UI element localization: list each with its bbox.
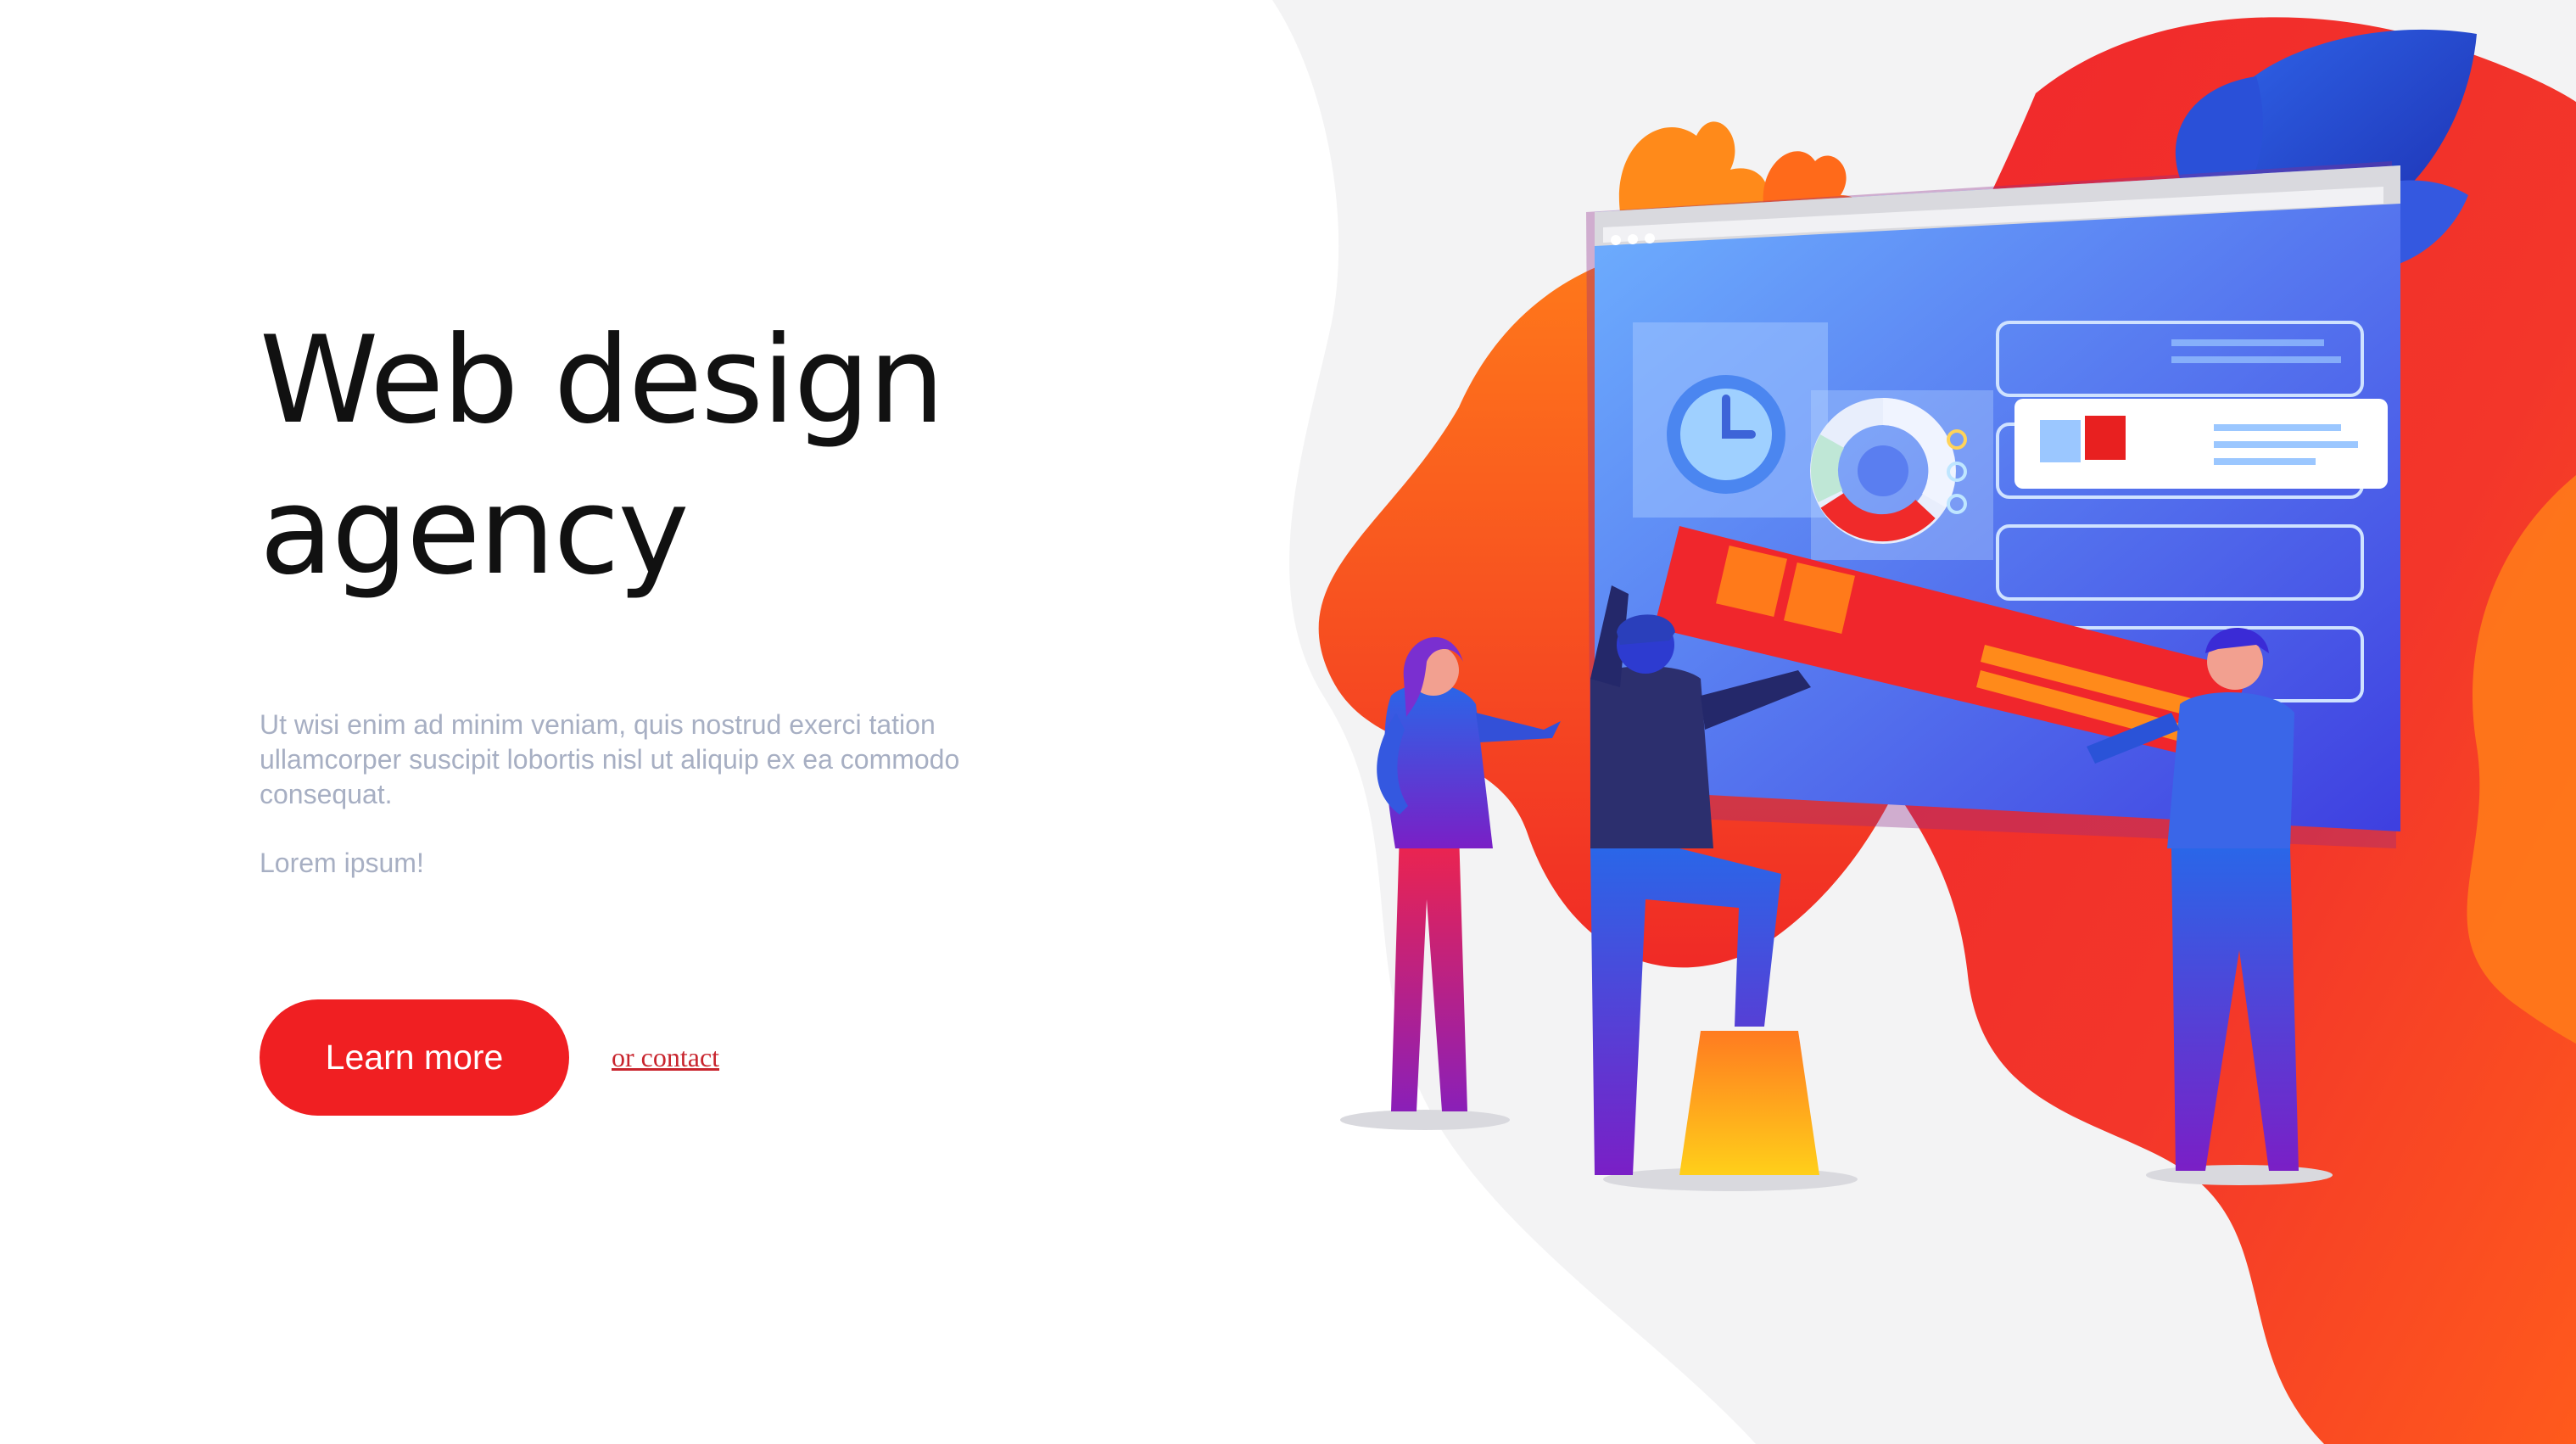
hero-description: Ut wisi enim ad minim veniam, quis nostr… xyxy=(260,708,997,881)
contact-link[interactable]: or contact xyxy=(612,1042,719,1073)
hero-illustration xyxy=(1204,0,2576,1444)
page-title: Web design agency xyxy=(260,305,1023,607)
learn-more-button[interactable]: Learn more xyxy=(260,999,569,1116)
window-dot-1 xyxy=(1611,235,1621,245)
illustration-svg xyxy=(1272,0,2576,1444)
body-text: Ut wisi enim ad minim veniam, quis nostr… xyxy=(260,709,960,809)
hero-text-block: Web design agency Ut wisi enim ad minim … xyxy=(260,305,1023,881)
short-tagline: Lorem ipsum! xyxy=(260,848,424,878)
headline-line-1: Web design xyxy=(260,311,945,451)
window-dot-3 xyxy=(1645,233,1655,243)
window-dot-2 xyxy=(1628,234,1638,244)
headline-line-2: agency xyxy=(260,462,690,602)
clock-icon xyxy=(1667,375,1785,494)
cta-row: Learn more or contact xyxy=(260,999,719,1116)
stool-shape xyxy=(1679,1031,1819,1175)
